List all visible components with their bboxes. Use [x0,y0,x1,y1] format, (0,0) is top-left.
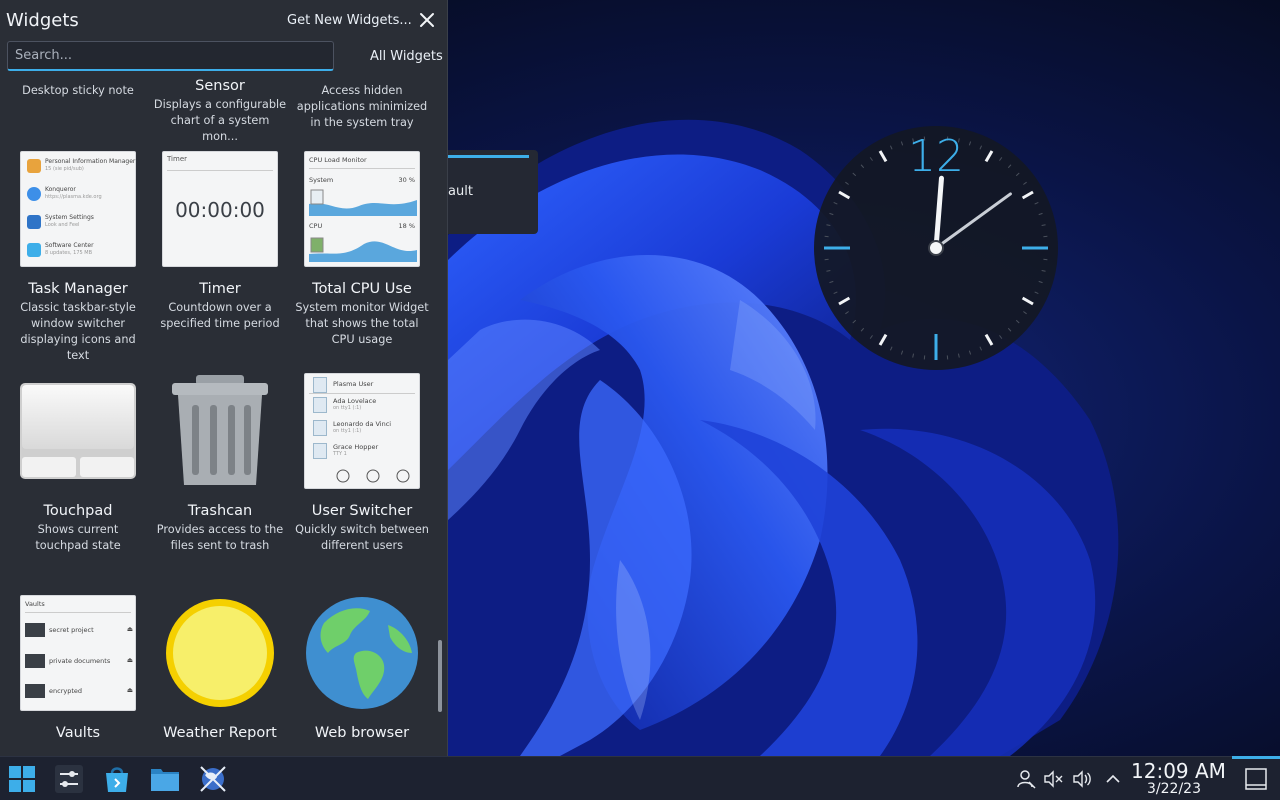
widget-name: Timer [199,281,241,297]
cpu-thumb-label: CPU [309,222,323,230]
cpu-thumb-value: 30 % [398,176,415,184]
clock-twelve-label: 12 [908,131,964,182]
touchpad-icon [20,373,136,489]
widget-description: Access hidden applications minimized in … [296,84,428,129]
dialog-accent-bar [448,155,529,158]
task-manager-thumbnail: Personal Information Manager 15 (sie pid/… [20,151,136,267]
application-launcher-icon[interactable] [6,763,38,795]
session-buttons [336,469,410,483]
widget-vaults[interactable]: Vaults secret project ⏏ private documents… [7,595,149,741]
timer-thumb-header: Timer [167,155,188,163]
widget-description: Shows current touchpad state [35,523,121,552]
widget-name: Sensor [195,78,245,94]
analog-clock-widget[interactable]: 12 [808,120,1064,376]
chevron-up-icon[interactable] [1103,769,1123,789]
widget-description: Provides access to the files sent to tra… [156,523,284,552]
widget-timer[interactable]: Timer 00:00:00 Timer Countdown over a sp… [149,151,291,332]
user-row: Ada Lovelace on tty1 (:1) [313,397,413,415]
cpu-thumb-label: System [309,176,334,184]
system-settings-icon[interactable] [53,763,85,795]
show-desktop-button[interactable] [1232,756,1280,800]
vaults-thumb-header: Vaults [25,600,45,608]
widget-web-browser[interactable]: Web browser [291,595,433,741]
widget-notes[interactable]: Desktop sticky note [7,80,149,99]
widget-description: Quickly switch between different users [295,523,429,552]
clock-center [928,240,944,256]
user-status-icon[interactable] [1016,769,1036,789]
task-row: Personal Information Manager 15 (sie pid/… [27,157,135,177]
show-desktop-icon [1245,768,1267,790]
clock-date[interactable]: 3/22/23 [1147,781,1201,797]
close-icon[interactable] [418,11,436,29]
vault-row: encrypted ⏏ [25,684,133,698]
widget-grid: Desktop sticky note Sensor Displays a co… [0,76,448,756]
task-row: Software Center 8 updates, 175 MB [27,241,131,261]
widget-description: Displays a configurable chart of a syste… [153,98,287,143]
widget-user-switcher[interactable]: Plasma User Ada Lovelace on tty1 (:1) Leo… [291,373,433,554]
vault-row: secret project ⏏ [25,623,133,637]
timer-thumb-value: 00:00:00 [175,198,265,222]
category-filter-button[interactable]: All Widgets [370,49,443,64]
widget-sensor[interactable]: Sensor Displays a configurable chart of … [149,78,291,145]
widget-name: Trashcan [187,503,253,519]
widget-total-cpu-use[interactable]: CPU Load Monitor System 30 % CPU 18 % To… [291,151,433,348]
search-input[interactable] [7,41,334,71]
task-row: Konqueror https://plasma.kde.org [27,185,131,205]
widget-trashcan[interactable]: Trashcan Provides access to the files se… [149,373,291,554]
user-row: Grace Hopper TTY 1 [313,443,413,461]
volume-icon[interactable] [1072,769,1092,789]
widget-weather-report[interactable]: Weather Report [149,595,291,741]
widget-explorer-panel: Widgets Get New Widgets... All Widgets D… [0,0,448,756]
vault-row: private documents ⏏ [25,654,133,668]
file-manager-icon[interactable] [149,763,181,795]
widget-description: Desktop sticky note [22,84,134,97]
widget-name: Task Manager [28,281,128,297]
konqueror-browser-icon[interactable] [197,763,229,795]
discover-store-icon[interactable] [101,763,133,795]
cpu-thumb-header: CPU Load Monitor [309,156,367,164]
dialog-text: ault [448,184,473,199]
panel-title: Widgets [6,10,79,31]
widget-name: Touchpad [43,503,113,519]
cpu-thumbnail: CPU Load Monitor System 30 % CPU 18 % [304,151,420,267]
weather-sun-icon [162,595,278,711]
widget-name: Web browser [314,725,410,741]
cpu-graph [309,237,417,262]
cpu-graph [309,189,417,216]
taskbar: 12:09 AM 3/22/23 [0,756,1280,800]
widget-description: System monitor Widget that shows the tot… [295,301,429,346]
task-row: System Settings Look and Feel [27,213,131,233]
user-row: Leonardo da Vinci on tty1 (:1) [313,420,413,438]
trashcan-icon [162,373,278,489]
widget-description: Classic taskbar-style window switcher di… [20,301,136,362]
scrollbar-thumb[interactable] [438,640,442,712]
globe-icon [304,595,420,711]
get-new-widgets-button[interactable]: Get New Widgets... [287,13,412,28]
widget-name: User Switcher [311,503,413,519]
widget-system-tray[interactable]: Access hidden applications minimized in … [291,80,433,131]
user-switcher-thumbnail: Plasma User Ada Lovelace on tty1 (:1) Leo… [304,373,420,489]
widget-name: Vaults [55,725,101,741]
widget-name: Weather Report [163,725,277,741]
partial-dialog: ault [448,150,538,234]
microphone-muted-icon[interactable] [1043,769,1063,789]
widget-task-manager[interactable]: Personal Information Manager 15 (sie pid/… [7,151,149,364]
cpu-thumb-value: 18 % [398,222,415,230]
timer-thumbnail: Timer 00:00:00 [162,151,278,267]
widget-touchpad[interactable]: Touchpad Shows current touchpad state [7,373,149,554]
widget-description: Countdown over a specified time period [160,301,280,330]
clock-time[interactable]: 12:09 AM [1131,759,1226,783]
vaults-thumbnail: Vaults secret project ⏏ private documents… [20,595,136,711]
widget-name: Total CPU Use [312,281,412,297]
